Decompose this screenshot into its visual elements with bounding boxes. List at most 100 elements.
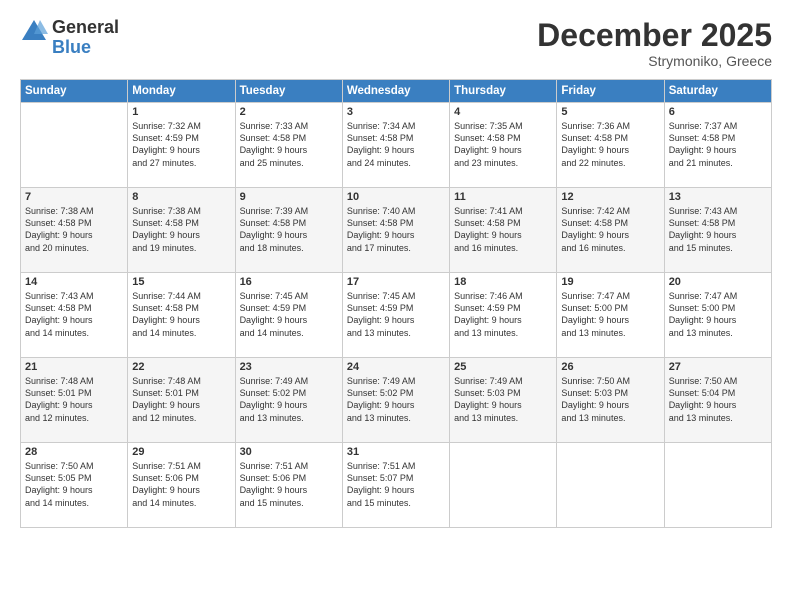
day-number: 21 xyxy=(25,361,123,373)
calendar-cell: 22Sunrise: 7:48 AM Sunset: 5:01 PM Dayli… xyxy=(128,358,235,443)
week-row-4: 28Sunrise: 7:50 AM Sunset: 5:05 PM Dayli… xyxy=(21,443,772,528)
day-number: 23 xyxy=(240,361,338,373)
day-number: 6 xyxy=(669,106,767,118)
calendar-cell: 30 Sunrise: 7:51 AM Sunset: 5:06 PM Dayli… xyxy=(235,443,342,528)
day-info: Sunrise: 7:51 AM Sunset: 5:07 PM Dayligh… xyxy=(347,460,445,509)
calendar-cell: 25 Sunrise: 7:49 AM Sunset: 5:03 PM Dayli… xyxy=(450,358,557,443)
header: General Blue December 2025 Strymoniko, G… xyxy=(20,18,772,69)
day-info: Sunrise: 7:45 AM Sunset: 4:59 PM Dayligh… xyxy=(347,290,445,339)
day-info: Sunrise: 7:44 AM Sunset: 4:58 PM Dayligh… xyxy=(132,290,230,339)
day-info: Sunrise: 7:48 AM Sunset: 5:01 PM Dayligh… xyxy=(25,375,123,424)
calendar-cell: 23 Sunrise: 7:49 AM Sunset: 5:02 PM Dayli… xyxy=(235,358,342,443)
day-info: Sunrise: 7:36 AM Sunset: 4:58 PM Dayligh… xyxy=(561,120,659,169)
day-number: 25 xyxy=(454,361,552,373)
day-number: 26 xyxy=(561,361,659,373)
calendar-cell: 18 Sunrise: 7:46 AM Sunset: 4:59 PM Dayli… xyxy=(450,273,557,358)
calendar-cell xyxy=(664,443,771,528)
day-info: Sunrise: 7:32 AM Sunset: 4:59 PM Dayligh… xyxy=(132,120,230,169)
calendar-cell: 26 Sunrise: 7:50 AM Sunset: 5:03 PM Dayli… xyxy=(557,358,664,443)
calendar-cell: 6Sunrise: 7:37 AM Sunset: 4:58 PM Daylig… xyxy=(664,103,771,188)
day-number: 16 xyxy=(240,276,338,288)
calendar-cell: 12Sunrise: 7:42 AM Sunset: 4:58 PM Dayli… xyxy=(557,188,664,273)
day-info: Sunrise: 7:43 AM Sunset: 4:58 PM Dayligh… xyxy=(669,205,767,254)
day-info: Sunrise: 7:50 AM Sunset: 5:03 PM Dayligh… xyxy=(561,375,659,424)
day-info: Sunrise: 7:38 AM Sunset: 4:58 PM Dayligh… xyxy=(132,205,230,254)
day-number: 24 xyxy=(347,361,445,373)
day-info: Sunrise: 7:47 AM Sunset: 5:00 PM Dayligh… xyxy=(669,290,767,339)
day-number: 7 xyxy=(25,191,123,203)
day-number: 20 xyxy=(669,276,767,288)
calendar-cell: 16 Sunrise: 7:45 AM Sunset: 4:59 PM Dayli… xyxy=(235,273,342,358)
day-number: 18 xyxy=(454,276,552,288)
day-number: 1 xyxy=(132,106,230,118)
day-info: Sunrise: 7:34 AM Sunset: 4:58 PM Dayligh… xyxy=(347,120,445,169)
page: General Blue December 2025 Strymoniko, G… xyxy=(0,0,792,612)
week-row-2: 14Sunrise: 7:43 AM Sunset: 4:58 PM Dayli… xyxy=(21,273,772,358)
day-info: Sunrise: 7:39 AM Sunset: 4:58 PM Dayligh… xyxy=(240,205,338,254)
day-info: Sunrise: 7:51 AM Sunset: 5:06 PM Dayligh… xyxy=(240,460,338,509)
day-info: Sunrise: 7:51 AM Sunset: 5:06 PM Dayligh… xyxy=(132,460,230,509)
day-number: 8 xyxy=(132,191,230,203)
weekday-header-friday: Friday xyxy=(557,80,664,103)
calendar-cell: 2 Sunrise: 7:33 AM Sunset: 4:58 PM Daylig… xyxy=(235,103,342,188)
calendar-cell: 1 Sunrise: 7:32 AM Sunset: 4:59 PM Daylig… xyxy=(128,103,235,188)
calendar-table: SundayMondayTuesdayWednesdayThursdayFrid… xyxy=(20,79,772,528)
day-number: 11 xyxy=(454,191,552,203)
day-info: Sunrise: 7:40 AM Sunset: 4:58 PM Dayligh… xyxy=(347,205,445,254)
day-info: Sunrise: 7:47 AM Sunset: 5:00 PM Dayligh… xyxy=(561,290,659,339)
week-row-3: 21 Sunrise: 7:48 AM Sunset: 5:01 PM Dayli… xyxy=(21,358,772,443)
calendar-cell xyxy=(450,443,557,528)
calendar-cell: 5 Sunrise: 7:36 AM Sunset: 4:58 PM Daylig… xyxy=(557,103,664,188)
calendar-cell xyxy=(557,443,664,528)
day-number: 30 xyxy=(240,446,338,458)
calendar-cell: 28Sunrise: 7:50 AM Sunset: 5:05 PM Dayli… xyxy=(21,443,128,528)
day-info: Sunrise: 7:46 AM Sunset: 4:59 PM Dayligh… xyxy=(454,290,552,339)
calendar-cell xyxy=(21,103,128,188)
calendar-cell: 15 Sunrise: 7:44 AM Sunset: 4:58 PM Dayli… xyxy=(128,273,235,358)
day-number: 12 xyxy=(561,191,659,203)
logo-icon xyxy=(20,18,48,46)
day-info: Sunrise: 7:49 AM Sunset: 5:03 PM Dayligh… xyxy=(454,375,552,424)
calendar-cell: 8 Sunrise: 7:38 AM Sunset: 4:58 PM Daylig… xyxy=(128,188,235,273)
logo-blue-text: Blue xyxy=(52,38,119,58)
calendar-cell: 17 Sunrise: 7:45 AM Sunset: 4:59 PM Dayli… xyxy=(342,273,449,358)
title-block: December 2025 Strymoniko, Greece xyxy=(537,18,772,69)
weekday-row: SundayMondayTuesdayWednesdayThursdayFrid… xyxy=(21,80,772,103)
location: Strymoniko, Greece xyxy=(537,53,772,69)
day-number: 15 xyxy=(132,276,230,288)
day-number: 5 xyxy=(561,106,659,118)
calendar-header: SundayMondayTuesdayWednesdayThursdayFrid… xyxy=(21,80,772,103)
day-info: Sunrise: 7:50 AM Sunset: 5:04 PM Dayligh… xyxy=(669,375,767,424)
day-number: 29 xyxy=(132,446,230,458)
weekday-header-tuesday: Tuesday xyxy=(235,80,342,103)
calendar-cell: 29 Sunrise: 7:51 AM Sunset: 5:06 PM Dayli… xyxy=(128,443,235,528)
day-number: 13 xyxy=(669,191,767,203)
day-info: Sunrise: 7:33 AM Sunset: 4:58 PM Dayligh… xyxy=(240,120,338,169)
calendar-cell: 24 Sunrise: 7:49 AM Sunset: 5:02 PM Dayli… xyxy=(342,358,449,443)
day-number: 10 xyxy=(347,191,445,203)
day-info: Sunrise: 7:45 AM Sunset: 4:59 PM Dayligh… xyxy=(240,290,338,339)
calendar-cell: 10 Sunrise: 7:40 AM Sunset: 4:58 PM Dayli… xyxy=(342,188,449,273)
weekday-header-thursday: Thursday xyxy=(450,80,557,103)
day-info: Sunrise: 7:38 AM Sunset: 4:58 PM Dayligh… xyxy=(25,205,123,254)
day-number: 17 xyxy=(347,276,445,288)
day-number: 2 xyxy=(240,106,338,118)
day-number: 27 xyxy=(669,361,767,373)
calendar-cell: 9Sunrise: 7:39 AM Sunset: 4:58 PM Daylig… xyxy=(235,188,342,273)
logo: General Blue xyxy=(20,18,119,58)
calendar-cell: 27 Sunrise: 7:50 AM Sunset: 5:04 PM Dayli… xyxy=(664,358,771,443)
calendar-cell: 11Sunrise: 7:41 AM Sunset: 4:58 PM Dayli… xyxy=(450,188,557,273)
day-info: Sunrise: 7:49 AM Sunset: 5:02 PM Dayligh… xyxy=(347,375,445,424)
logo-general-text: General xyxy=(52,18,119,38)
weekday-header-monday: Monday xyxy=(128,80,235,103)
day-info: Sunrise: 7:49 AM Sunset: 5:02 PM Dayligh… xyxy=(240,375,338,424)
calendar-cell: 3 Sunrise: 7:34 AM Sunset: 4:58 PM Daylig… xyxy=(342,103,449,188)
calendar-cell: 19Sunrise: 7:47 AM Sunset: 5:00 PM Dayli… xyxy=(557,273,664,358)
day-number: 31 xyxy=(347,446,445,458)
day-number: 4 xyxy=(454,106,552,118)
day-info: Sunrise: 7:43 AM Sunset: 4:58 PM Dayligh… xyxy=(25,290,123,339)
day-number: 3 xyxy=(347,106,445,118)
day-number: 22 xyxy=(132,361,230,373)
weekday-header-wednesday: Wednesday xyxy=(342,80,449,103)
day-info: Sunrise: 7:50 AM Sunset: 5:05 PM Dayligh… xyxy=(25,460,123,509)
